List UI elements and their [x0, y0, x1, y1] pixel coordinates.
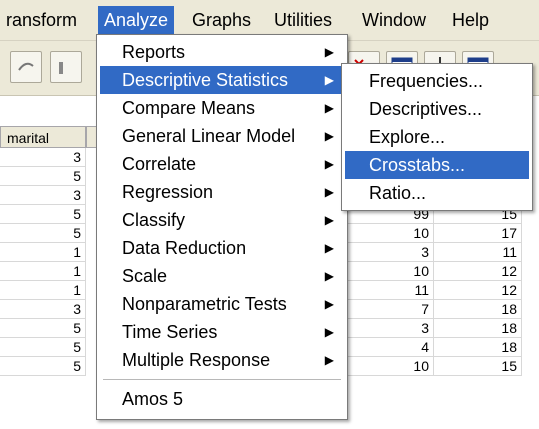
grid-cell[interactable]: 11 [434, 243, 522, 262]
submenu-arrow-icon: ▶ [324, 269, 334, 283]
submenu-arrow-icon: ▶ [324, 157, 334, 171]
menu-window[interactable]: Window [356, 6, 432, 34]
grid-cell[interactable]: 5 [0, 357, 86, 376]
menu-item-general-linear-model[interactable]: General Linear Model ▶ [100, 122, 344, 150]
grid-cell[interactable]: 3 [0, 186, 86, 205]
menu-item-scale[interactable]: Scale ▶ [100, 262, 344, 290]
submenu-item-descriptives[interactable]: Descriptives... [345, 95, 529, 123]
menu-transform[interactable]: ransform [0, 6, 83, 34]
menu-item-label: Regression [122, 182, 214, 202]
menu-graphs[interactable]: Graphs [186, 6, 257, 34]
submenu-arrow-icon: ▶ [324, 353, 334, 367]
grid-cell[interactable]: 1 [0, 281, 86, 300]
grid-cell[interactable]: 18 [434, 338, 522, 357]
grid-cell[interactable]: 10 [346, 357, 434, 376]
grid-cell[interactable]: 5 [0, 205, 86, 224]
menu-item-label: Nonparametric Tests [122, 294, 287, 314]
grid-cell[interactable]: 15 [434, 357, 522, 376]
grid-cell[interactable]: 7 [346, 300, 434, 319]
menu-item-time-series[interactable]: Time Series ▶ [100, 318, 344, 346]
menu-item-label: Descriptive Statistics [122, 70, 289, 90]
submenu-item-explore[interactable]: Explore... [345, 123, 529, 151]
grid-cell[interactable]: 17 [434, 224, 522, 243]
submenu-arrow-icon: ▶ [324, 129, 334, 143]
menu-item-compare-means[interactable]: Compare Means ▶ [100, 94, 344, 122]
grid-cell[interactable]: 3 [346, 243, 434, 262]
menu-item-regression[interactable]: Regression ▶ [100, 178, 344, 206]
menu-item-label: Classify [122, 210, 186, 230]
grid-cell[interactable]: 3 [0, 148, 86, 167]
toolbar-button[interactable] [50, 51, 82, 83]
menu-item-nonparametric-tests[interactable]: Nonparametric Tests ▶ [100, 290, 344, 318]
menu-item-label: Data Reduction [122, 238, 247, 258]
menu-item-label: Multiple Response [122, 350, 271, 370]
grid-cell[interactable]: 3 [0, 300, 86, 319]
grid-cell[interactable]: 5 [0, 167, 86, 186]
menu-item-label: Reports [122, 42, 186, 62]
submenu-arrow-icon: ▶ [324, 73, 334, 87]
submenu-item-crosstabs[interactable]: Crosstabs... [345, 151, 529, 179]
menu-item-label: Amos 5 [122, 389, 184, 409]
grid-cell[interactable]: 11 [346, 281, 434, 300]
grid-cell[interactable]: 10 [346, 224, 434, 243]
submenu-arrow-icon: ▶ [324, 101, 334, 115]
grid-cell[interactable]: 4 [346, 338, 434, 357]
menu-separator [103, 379, 341, 380]
menu-item-multiple-response[interactable]: Multiple Response ▶ [100, 346, 344, 374]
submenu-arrow-icon: ▶ [324, 241, 334, 255]
submenu-item-ratio[interactable]: Ratio... [345, 179, 529, 207]
menu-item-descriptive-statistics[interactable]: Descriptive Statistics ▶ [100, 66, 344, 94]
submenu-arrow-icon: ▶ [324, 325, 334, 339]
submenu-arrow-icon: ▶ [324, 185, 334, 199]
submenu-arrow-icon: ▶ [324, 297, 334, 311]
menu-item-label: Compare Means [122, 98, 256, 118]
redo-icon [18, 62, 34, 71]
grid-cell[interactable]: 1 [0, 262, 86, 281]
menu-item-data-reduction[interactable]: Data Reduction ▶ [100, 234, 344, 262]
grid-cell[interactable]: 18 [434, 319, 522, 338]
menu-item-amos-5[interactable]: Amos 5 [100, 385, 344, 413]
grid-cell[interactable]: 12 [434, 281, 522, 300]
menu-item-correlate[interactable]: Correlate ▶ [100, 150, 344, 178]
toolbar-button[interactable] [10, 51, 42, 83]
menu-item-label: Time Series [122, 322, 218, 342]
grid-cell[interactable]: 5 [0, 224, 86, 243]
grid-cell[interactable]: 18 [434, 300, 522, 319]
menu-item-label: General Linear Model [122, 126, 296, 146]
grid-cell[interactable]: 1 [0, 243, 86, 262]
submenu-item-frequencies[interactable]: Frequencies... [345, 67, 529, 95]
grid-cell[interactable]: 10 [346, 262, 434, 281]
menu-utilities[interactable]: Utilities [268, 6, 338, 34]
menu-item-label: Correlate [122, 154, 197, 174]
grid-cell[interactable]: 5 [0, 338, 86, 357]
menu-item-classify[interactable]: Classify ▶ [100, 206, 344, 234]
grid-cell[interactable]: 3 [346, 319, 434, 338]
descriptive-statistics-submenu: Frequencies... Descriptives... Explore..… [341, 63, 533, 211]
column-header-marital[interactable]: marital [0, 126, 86, 148]
grid-cell[interactable]: 5 [0, 319, 86, 338]
submenu-arrow-icon: ▶ [324, 213, 334, 227]
menu-item-reports[interactable]: Reports ▶ [100, 38, 344, 66]
analyze-menu: Reports ▶ Descriptive Statistics ▶ Compare… [96, 34, 348, 420]
menu-analyze[interactable]: Analyze [98, 6, 175, 34]
chart-icon [59, 62, 63, 74]
submenu-arrow-icon: ▶ [324, 45, 334, 59]
grid-cell[interactable]: 12 [434, 262, 522, 281]
menu-item-label: Scale [122, 266, 168, 286]
menu-help[interactable]: Help [446, 6, 495, 34]
